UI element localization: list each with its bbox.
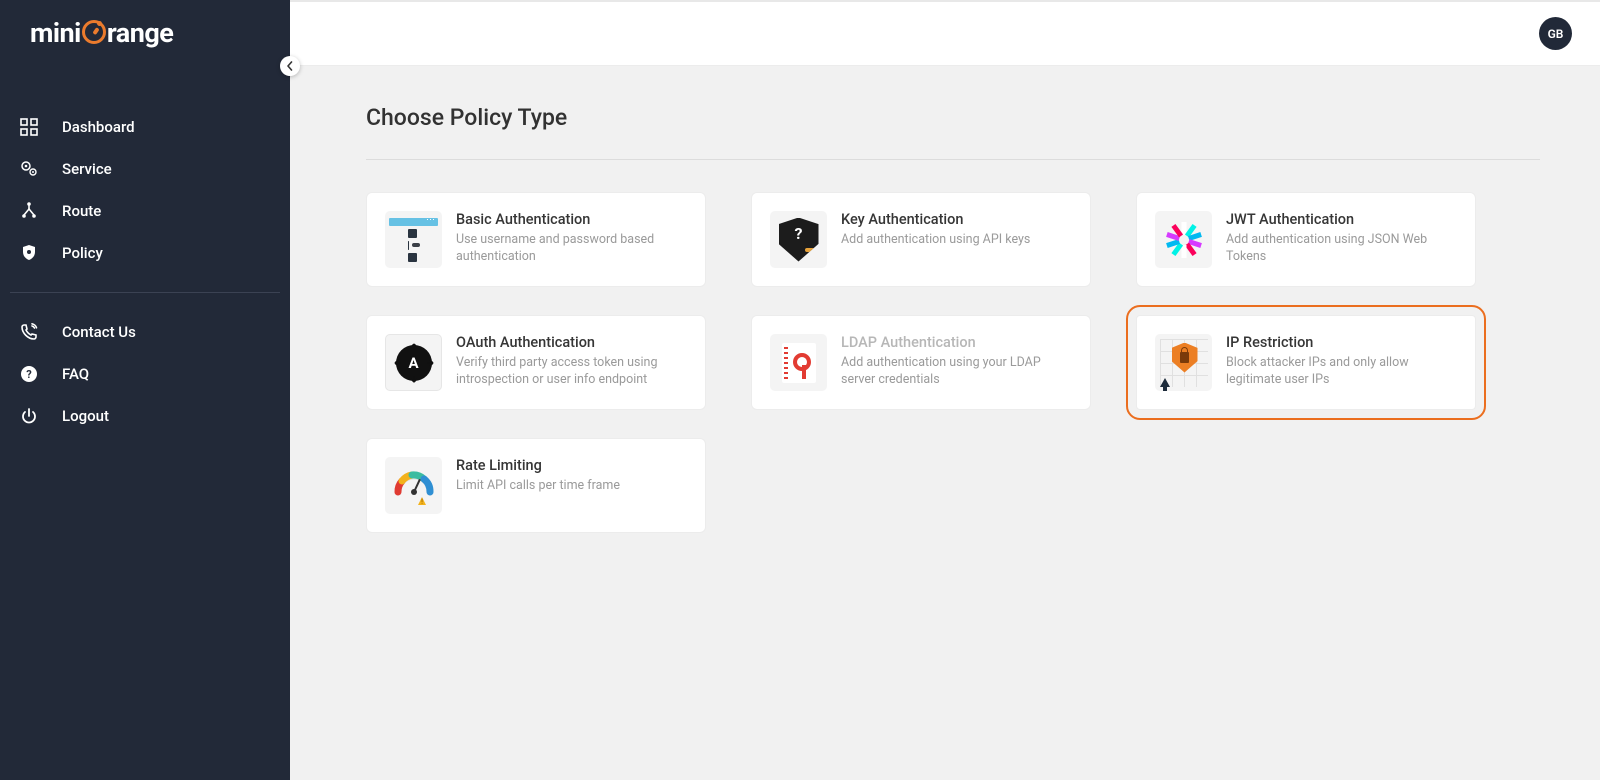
policy-desc: Verify third party access token using in… (456, 355, 687, 389)
sidebar-item-label: Service (62, 160, 112, 178)
jwt-auth-icon (1155, 211, 1212, 268)
sidebar-collapse-button[interactable] (280, 56, 300, 76)
primary-nav: Dashboard Service Route Policy Contac (0, 66, 290, 437)
gears-icon (18, 160, 40, 178)
policy-card-jwt-auth[interactable]: JWT Authentication Add authentication us… (1136, 192, 1476, 287)
sidebar-item-label: Policy (62, 244, 103, 262)
svg-text:?: ? (26, 368, 32, 381)
sidebar-item-label: Contact Us (62, 323, 136, 341)
policy-desc: Add authentication using JSON Web Tokens (1226, 232, 1457, 266)
policy-card-ldap-auth[interactable]: LDAP Authentication Add authentication u… (751, 315, 1091, 410)
shield-icon (18, 244, 40, 262)
sidebar-divider (10, 292, 280, 293)
rate-limiting-icon: ! (385, 457, 442, 514)
basic-auth-icon (385, 211, 442, 268)
sidebar-item-label: FAQ (62, 365, 89, 383)
policy-title: LDAP Authentication (841, 334, 1072, 351)
topbar: GB (290, 0, 1600, 66)
sidebar-item-contact[interactable]: Contact Us (0, 311, 290, 353)
policy-desc: Block attacker IPs and only allow legiti… (1226, 355, 1457, 389)
ldap-auth-icon (770, 334, 827, 391)
sidebar-item-service[interactable]: Service (0, 148, 290, 190)
phone-icon (18, 323, 40, 341)
policy-desc: Limit API calls per time frame (456, 478, 687, 495)
policy-desc: Add authentication using API keys (841, 232, 1072, 249)
question-icon: ? (18, 365, 40, 383)
policy-card-key-auth[interactable]: ? Key Authentication Add authentication … (751, 192, 1091, 287)
policy-card-rate-limiting[interactable]: ! Rate Limiting Limit API calls per time… (366, 438, 706, 533)
chevron-left-icon (285, 61, 295, 71)
policy-card-basic-auth[interactable]: Basic Authentication Use username and pa… (366, 192, 706, 287)
policy-title: Key Authentication (841, 211, 1072, 228)
policy-card-ip-restriction[interactable]: IP Restriction Block attacker IPs and on… (1136, 315, 1476, 410)
user-avatar[interactable]: GB (1539, 17, 1572, 50)
main: GB Choose Policy Type Basic Authenticati… (290, 0, 1600, 780)
policy-card-oauth-auth[interactable]: A OAuth Authentication Verify third part… (366, 315, 706, 410)
policy-title: Rate Limiting (456, 457, 687, 474)
grid-icon (18, 118, 40, 136)
policy-desc: Use username and password based authenti… (456, 232, 687, 266)
key-auth-icon: ? (770, 211, 827, 268)
sidebar-item-policy[interactable]: Policy (0, 232, 290, 274)
sidebar-item-logout[interactable]: Logout (0, 395, 290, 437)
title-divider (366, 159, 1540, 160)
user-initials: GB (1548, 27, 1564, 41)
logo[interactable]: mini range (0, 0, 290, 66)
sidebar-item-label: Route (62, 202, 101, 220)
sidebar-item-route[interactable]: Route (0, 190, 290, 232)
sidebar: mini range Dashboard Service Route (0, 0, 290, 780)
sidebar-item-label: Dashboard (62, 118, 135, 136)
policy-grid: Basic Authentication Use username and pa… (366, 192, 1540, 533)
content: Choose Policy Type Basic Authentication … (290, 66, 1600, 780)
policy-title: JWT Authentication (1226, 211, 1457, 228)
ip-restriction-icon (1155, 334, 1212, 391)
sidebar-item-faq[interactable]: ? FAQ (0, 353, 290, 395)
policy-title: OAuth Authentication (456, 334, 687, 351)
logo-text-pre: mini (30, 17, 81, 49)
logo-orange-o-icon (82, 20, 106, 44)
power-icon (18, 407, 40, 425)
policy-desc: Add authentication using your LDAP serve… (841, 355, 1072, 389)
sidebar-item-label: Logout (62, 407, 109, 425)
policy-title: Basic Authentication (456, 211, 687, 228)
svg-text:!: ! (421, 498, 423, 506)
logo-text-post: range (107, 17, 174, 49)
page-title: Choose Policy Type (366, 104, 1540, 131)
policy-title: IP Restriction (1226, 334, 1457, 351)
sidebar-item-dashboard[interactable]: Dashboard (0, 106, 290, 148)
oauth-auth-icon: A (385, 334, 442, 391)
route-icon (18, 202, 40, 220)
